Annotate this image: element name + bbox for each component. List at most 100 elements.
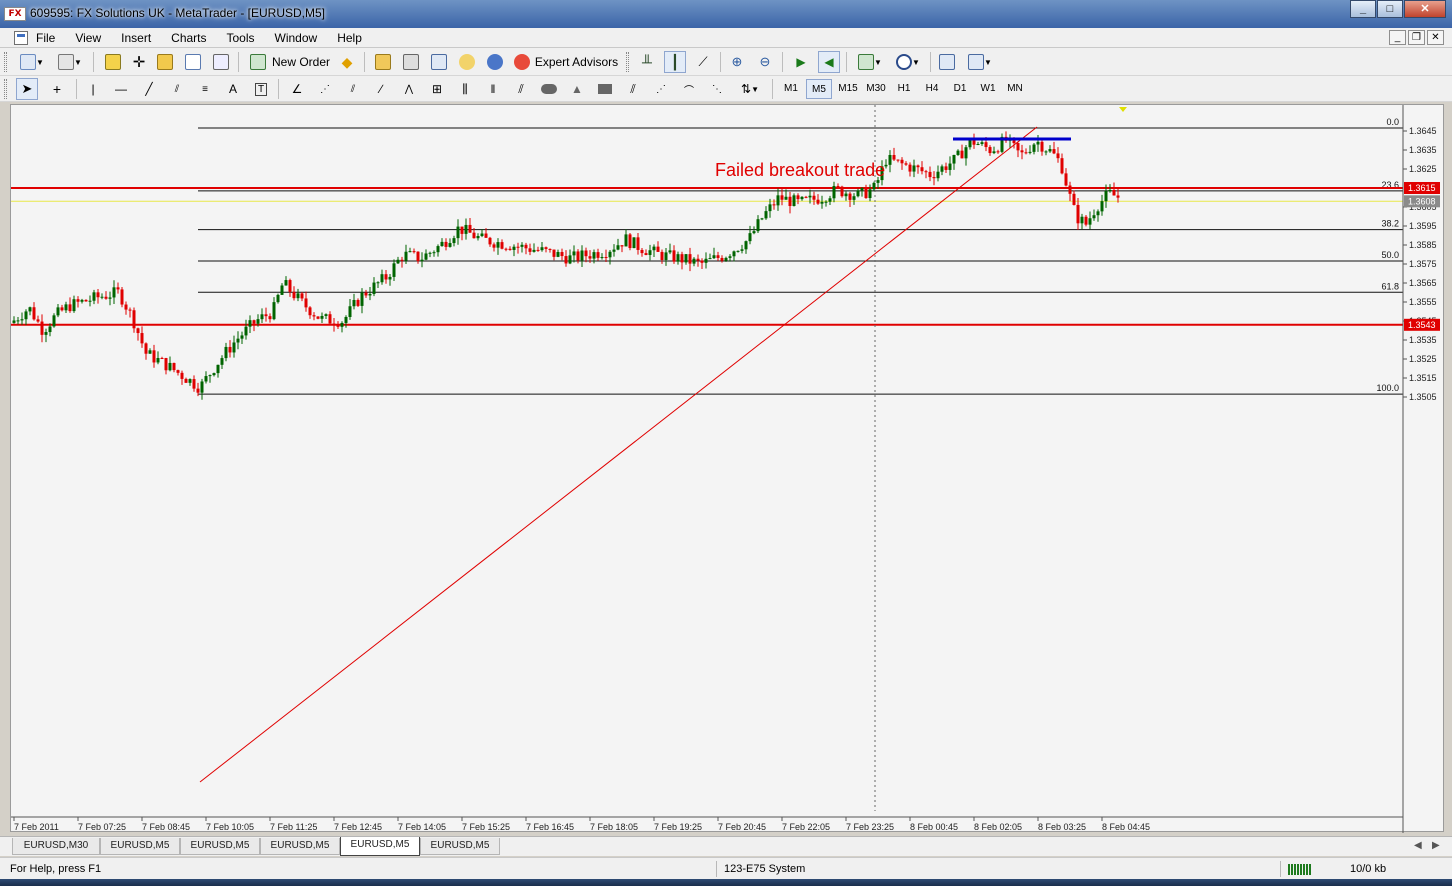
chart-templates-button[interactable]: ▼ (962, 51, 998, 73)
new-chart-button[interactable]: ▼ (16, 51, 48, 73)
regression-tool[interactable]: ⋰ (314, 78, 336, 100)
chart-tab-active[interactable]: EURUSD,M5 (340, 837, 420, 856)
fibonacci-retracement-tool[interactable]: ≡ (194, 78, 216, 100)
text-tool[interactable]: A (222, 78, 244, 100)
candle-body (888, 154, 892, 165)
timeframe-m5[interactable]: M5 (806, 79, 832, 99)
auto-scroll-button[interactable]: ▶ (790, 51, 812, 73)
mdi-minimize-icon[interactable]: _ (1389, 30, 1406, 45)
dropdown-arrow-icon: ▼ (74, 57, 82, 67)
tab-scroll-right-icon[interactable]: ▶ (1432, 840, 1440, 851)
mdi-close-icon[interactable]: ✕ (1427, 30, 1444, 45)
cycle-lines-tool[interactable]: ‖ (482, 78, 504, 100)
indicators-button[interactable]: ▼ (854, 51, 886, 73)
gann-grid-tool[interactable]: ⊞ (426, 78, 448, 100)
market-watch-button[interactable] (102, 51, 124, 73)
templates-button[interactable] (936, 51, 958, 73)
price-chart[interactable]: 0.023.638.250.061.8100.0 Failed breakout… (11, 105, 1445, 833)
new-order-button[interactable]: New Order (248, 51, 332, 73)
line-chart-button[interactable]: ⟋ (692, 51, 714, 73)
status-profile[interactable]: 123-E75 System (724, 863, 805, 875)
arrows-tool[interactable]: ⇅ ▼ (734, 78, 766, 100)
andrews-pitchfork-tool[interactable]: ⫽ (510, 78, 532, 100)
candlestick-button[interactable]: ┃ (664, 51, 686, 73)
chart-tab[interactable]: EURUSD,M5 (100, 838, 180, 855)
candle-body (284, 280, 288, 286)
shift-marker-icon[interactable] (1119, 107, 1127, 112)
chart-tab[interactable]: EURUSD,M5 (260, 838, 340, 855)
candle-body (944, 166, 948, 170)
candle-body (36, 319, 40, 322)
vertical-line-tool[interactable]: | (82, 78, 104, 100)
candle-body (20, 319, 24, 321)
menu-help[interactable]: Help (337, 31, 362, 45)
close-icon[interactable]: ✕ (1404, 0, 1446, 18)
candle-body (160, 358, 164, 360)
equidistant-channel-tool[interactable]: ⫽ (166, 78, 188, 100)
profiles-button[interactable]: ▼ (54, 51, 86, 73)
fullscreen-button[interactable] (428, 51, 450, 73)
candle-body (960, 150, 964, 159)
fibo-arcs-tool[interactable]: ⌒ (678, 78, 700, 100)
chart-tab[interactable]: EURUSD,M5 (180, 838, 260, 855)
help-button[interactable] (484, 51, 506, 73)
zoom-in-button[interactable]: ⊕ (726, 51, 748, 73)
data-window-button[interactable]: ✛ (128, 51, 150, 73)
zoom-out-button[interactable]: ⊖ (754, 51, 776, 73)
rectangle-tool[interactable] (594, 78, 616, 100)
open-folder-button[interactable] (372, 51, 394, 73)
menu-charts[interactable]: Charts (171, 31, 206, 45)
toolbar-grip[interactable] (626, 52, 629, 72)
crosshair-tool[interactable]: + (46, 78, 68, 100)
strategy-tester-button[interactable] (210, 51, 232, 73)
timeframe-m1[interactable]: M1 (778, 79, 804, 99)
candle-body (988, 147, 992, 154)
gann-line-tool[interactable]: ∕ (370, 78, 392, 100)
timeframe-d1[interactable]: D1 (948, 79, 972, 99)
menu-insert[interactable]: Insert (121, 31, 151, 45)
trendline-tool[interactable]: ╱ (138, 78, 160, 100)
chart-shift-button[interactable]: ◀ (818, 51, 840, 73)
fibo-fan-tool[interactable]: ⋰ (650, 78, 672, 100)
menu-tools[interactable]: Tools (227, 31, 255, 45)
text-label-tool[interactable]: T (250, 78, 272, 100)
timeframe-w1[interactable]: W1 (976, 79, 1000, 99)
expert-advisors-button[interactable]: Expert Advisors (512, 51, 620, 73)
menu-window[interactable]: Window (275, 31, 318, 45)
minimize-icon[interactable]: _ (1350, 0, 1376, 18)
timeframe-mn[interactable]: MN (1002, 79, 1028, 99)
terminal-button[interactable] (182, 51, 204, 73)
chart-tab[interactable]: EURUSD,M5 (420, 838, 500, 855)
toolbar-grip[interactable] (4, 52, 7, 72)
mdi-restore-icon[interactable]: ❐ (1408, 30, 1425, 45)
toolbar-grip[interactable] (4, 79, 7, 99)
chart-window[interactable]: 0.0 23.6 38.2 50.0 61.8 100.0 Failed breakout… (10, 104, 1445, 833)
fibo-channel-tool[interactable]: ⫽ (622, 78, 644, 100)
chart-tab[interactable]: EURUSD,M30 (12, 838, 100, 855)
triangle-tool[interactable]: ▲ (566, 78, 588, 100)
metaeditor-button[interactable]: ◆ (336, 51, 358, 73)
navigator-button[interactable] (154, 51, 176, 73)
print-button[interactable] (400, 51, 422, 73)
stddev-channel-tool[interactable]: ⫽ (342, 78, 364, 100)
horizontal-line-tool[interactable]: — (110, 78, 132, 100)
timeframe-h4[interactable]: H4 (920, 79, 944, 99)
menu-view[interactable]: View (75, 31, 101, 45)
tab-scroll-left-icon[interactable]: ◀ (1414, 840, 1422, 851)
fibo-time-tool[interactable]: ⫼ (454, 78, 476, 100)
chart-window-icon[interactable] (14, 31, 28, 45)
periods-button[interactable]: ▼ (892, 51, 924, 73)
ellipse-tool[interactable] (538, 78, 560, 100)
candle-body (288, 280, 292, 292)
timeframe-m30[interactable]: M30 (862, 79, 890, 99)
community-button[interactable] (456, 51, 478, 73)
gann-fan-tool[interactable]: ⋀ (398, 78, 420, 100)
timeframe-m15[interactable]: M15 (834, 79, 862, 99)
fibo-expansion-tool[interactable]: ⋱ (706, 78, 728, 100)
angle-tool[interactable]: ∠ (286, 78, 308, 100)
maximize-icon[interactable]: □ (1377, 0, 1403, 18)
bar-chart-button[interactable]: ╨ (636, 51, 658, 73)
timeframe-h1[interactable]: H1 (892, 79, 916, 99)
cursor-tool[interactable]: ➤ (16, 78, 38, 100)
menu-file[interactable]: File (36, 31, 55, 45)
